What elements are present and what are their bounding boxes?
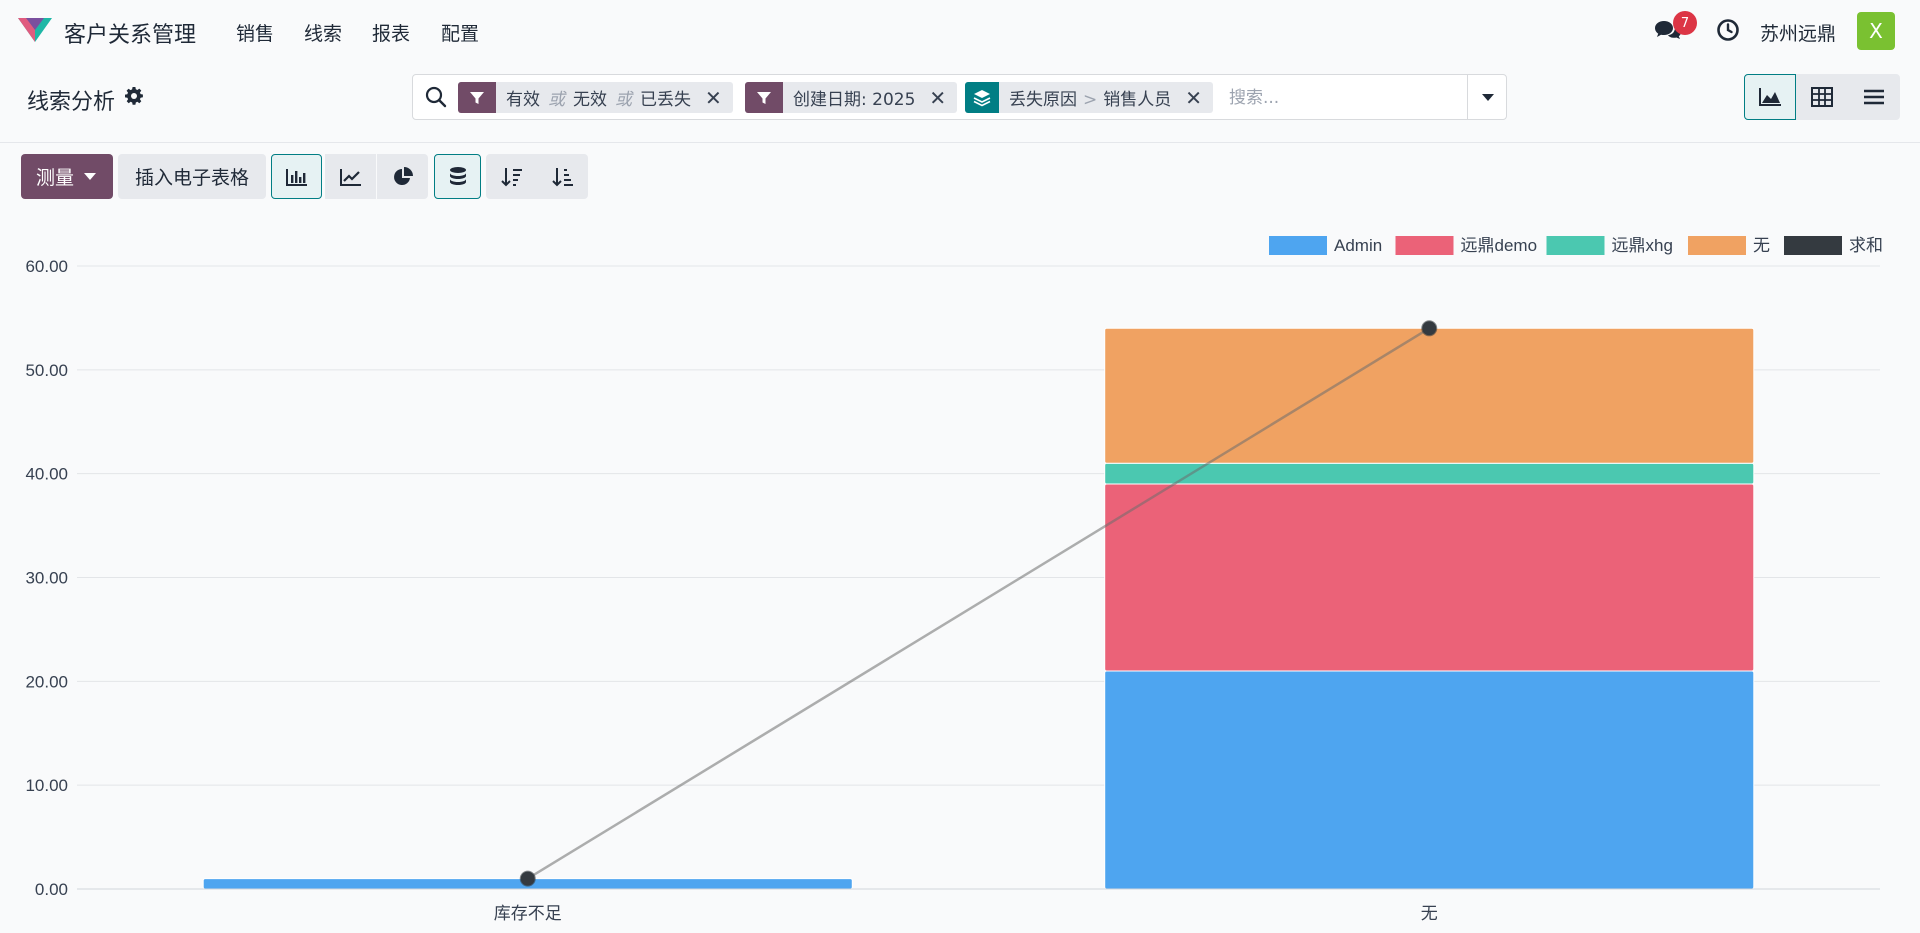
remove-facet-close-icon[interactable]: ✕ — [701, 86, 733, 110]
legend-label: Admin — [1334, 236, 1382, 255]
area-chart-icon — [1759, 88, 1781, 106]
x-tick-label: 库存不足 — [494, 904, 562, 923]
legend-label: 远鼎demo — [1461, 236, 1538, 255]
facet-or: 或 — [615, 90, 632, 110]
graph-chart: 0.00 10.00 20.00 30.00 40.00 50.00 60.00 库存不足 无 A… — [25, 236, 1883, 923]
app-name[interactable]: 客户关系管理 — [64, 17, 196, 49]
stacked-toggle-button[interactable] — [434, 154, 481, 199]
y-tick-label: 20.00 — [25, 672, 68, 691]
control-panel-divider — [0, 142, 1920, 143]
line-chart-button[interactable] — [325, 154, 376, 199]
legend-swatch — [1546, 236, 1605, 255]
sort-descending-icon — [500, 167, 522, 186]
company-switcher[interactable]: 苏州远鼎 — [1760, 19, 1836, 46]
measure-label: 测量 — [36, 167, 75, 189]
filter-facet-status: 有效或无效或已丢失 ✕ — [458, 82, 733, 113]
y-tick-label: 10.00 — [25, 776, 68, 795]
list-icon — [1864, 89, 1884, 105]
facet-value: 已丢失 — [640, 90, 691, 110]
pivot-view-button[interactable] — [1796, 74, 1848, 120]
y-tick-label: 60.00 — [25, 257, 68, 276]
legend-swatch — [1395, 236, 1454, 255]
filter-icon — [745, 82, 783, 113]
y-tick-label: 30.00 — [25, 569, 68, 588]
facet-value: 有效 — [506, 90, 540, 110]
search-input[interactable] — [1229, 83, 1459, 113]
pie-chart-icon — [393, 166, 413, 185]
bar-chart-button[interactable] — [271, 154, 322, 199]
bar-segment — [1104, 670, 1755, 890]
top-navbar: 客户关系管理 销售 线索 报表 配置 7 苏州远鼎 X — [0, 0, 1920, 62]
sort-ascending-icon — [551, 167, 573, 186]
page-title: 线索分析 — [27, 90, 116, 115]
nav-item-sales[interactable]: 销售 — [236, 19, 274, 46]
user-avatar[interactable]: X — [1857, 12, 1895, 50]
remove-facet-close-icon[interactable]: ✕ — [1181, 86, 1213, 110]
search-bar: 有效或无效或已丢失 ✕ 创建日期: 2025 ✕ 丢失原因 > 销售人员 ✕ — [412, 74, 1507, 120]
sum-point — [519, 870, 536, 887]
layers-icon — [965, 82, 999, 113]
list-view-button[interactable] — [1848, 74, 1900, 120]
facet-value: 创建日期: 2025 — [793, 90, 916, 110]
facet-value: 无效 — [573, 90, 607, 110]
measure-dropdown-button[interactable]: 测量 — [21, 154, 113, 199]
nav-item-reports[interactable]: 报表 — [372, 19, 410, 46]
y-tick-label: 0.00 — [35, 880, 68, 899]
legend-swatch — [1688, 236, 1746, 255]
nav-item-leads[interactable]: 线索 — [304, 19, 342, 46]
bar-segment — [1104, 483, 1755, 672]
legend-label: 无 — [1753, 236, 1770, 255]
remove-facet-close-icon[interactable]: ✕ — [925, 86, 957, 110]
activity-clock-icon[interactable] — [1716, 18, 1740, 42]
view-switcher — [1744, 74, 1900, 120]
legend-swatch — [1784, 236, 1842, 255]
caret-down-icon — [1481, 94, 1494, 101]
pie-chart-button[interactable] — [377, 154, 428, 199]
table-grid-icon — [1811, 87, 1833, 107]
line-chart-icon — [339, 168, 361, 186]
app-logo-icon[interactable] — [16, 14, 54, 44]
caret-down-icon — [84, 173, 97, 180]
bar-chart-icon — [285, 168, 307, 186]
facet-value: 销售人员 — [1103, 90, 1172, 110]
gear-icon[interactable] — [124, 86, 144, 106]
messages-count-badge: 7 — [1673, 11, 1697, 35]
groupby-facet: 丢失原因 > 销售人员 ✕ — [965, 82, 1214, 113]
graph-view-button[interactable] — [1744, 74, 1796, 120]
legend-label: 远鼎xhg — [1612, 236, 1673, 255]
x-tick-label: 无 — [1421, 904, 1438, 923]
legend-swatch — [1269, 236, 1327, 255]
facet-or: 或 — [548, 90, 565, 110]
y-tick-label: 50.00 — [25, 361, 68, 380]
nav-item-config[interactable]: 配置 — [441, 19, 479, 46]
search-options-toggle[interactable] — [1467, 75, 1507, 119]
bar-segment — [1104, 327, 1755, 464]
search-icon[interactable] — [424, 85, 448, 109]
filter-facet-date: 创建日期: 2025 ✕ — [745, 82, 958, 113]
legend-label: 求和 — [1849, 236, 1883, 255]
y-tick-label: 40.00 — [25, 465, 68, 484]
facet-separator: > — [1083, 90, 1098, 110]
insert-spreadsheet-button[interactable]: 插入电子表格 — [118, 154, 266, 199]
sort-ascending-button[interactable] — [537, 154, 588, 199]
filter-icon — [458, 82, 496, 113]
facet-value: 丢失原因 — [1009, 90, 1077, 110]
sort-descending-button[interactable] — [486, 154, 537, 199]
sum-point — [1421, 320, 1438, 337]
database-stack-icon — [449, 166, 466, 185]
